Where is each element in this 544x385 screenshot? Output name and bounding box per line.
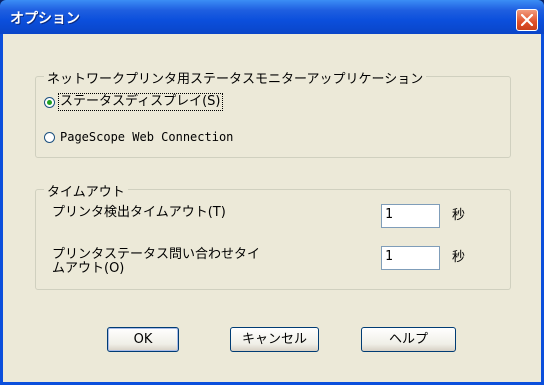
- dialog-body: ネットワークプリンタ用ステータスモニターアップリケーション ステータスディスプレ…: [3, 34, 541, 382]
- app-group-label: ネットワークプリンタ用ステータスモニターアップリケーション: [44, 68, 427, 87]
- ok-button[interactable]: OK: [107, 327, 179, 352]
- close-icon: [521, 14, 533, 26]
- pagescope-radio[interactable]: [44, 132, 55, 143]
- options-dialog: オプション ネットワークプリンタ用ステータスモニターアップリケーション ステータ…: [0, 0, 544, 385]
- cancel-button[interactable]: キャンセル: [230, 327, 319, 352]
- printer-detect-timeout-input[interactable]: 1: [381, 204, 440, 228]
- printer-detect-timeout-unit: 秒: [452, 208, 466, 223]
- app-groupbox: ネットワークプリンタ用ステータスモニターアップリケーション: [35, 68, 511, 158]
- printer-detect-timeout-label: プリンタ検出タイムアウト(T): [52, 205, 226, 220]
- status-display-radio[interactable]: [44, 97, 55, 108]
- status-display-label[interactable]: ステータスディスプレイ(S): [58, 93, 223, 111]
- status-query-timeout-label-line2: ムアウト(O): [52, 261, 125, 276]
- pagescope-label[interactable]: PageScope Web Connection: [60, 130, 233, 144]
- help-button[interactable]: ヘルプ: [361, 327, 456, 352]
- timeout-group-label: タイムアウト: [44, 181, 128, 200]
- status-query-timeout-unit: 秒: [452, 250, 466, 265]
- status-query-timeout-input[interactable]: 1: [381, 246, 440, 270]
- title-bar[interactable]: オプション: [0, 0, 544, 34]
- window-title: オプション: [10, 11, 80, 27]
- close-button[interactable]: [516, 9, 538, 31]
- status-query-timeout-label-line1: プリンタステータス問い合わせタイ: [52, 247, 261, 262]
